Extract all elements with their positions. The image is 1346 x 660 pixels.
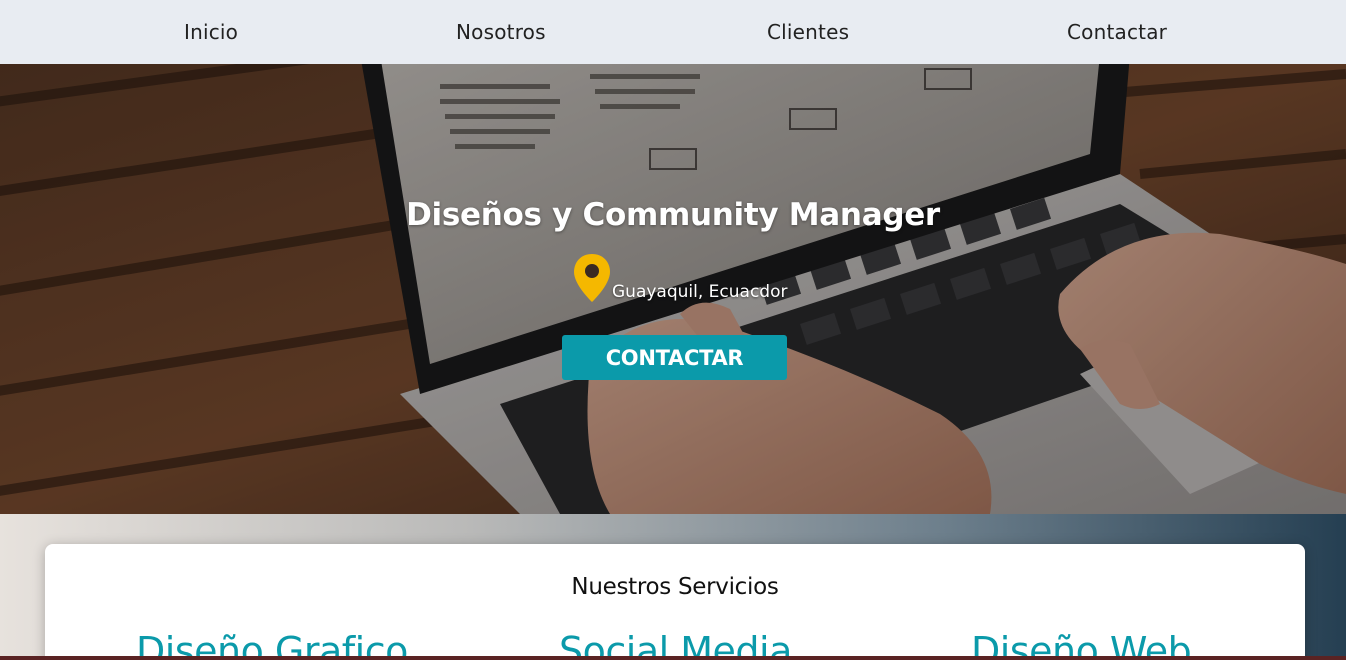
- hero-section: Diseños y Community Manager Guayaquil, E…: [0, 64, 1346, 514]
- map-pin-icon: [574, 254, 610, 302]
- nav-link-nosotros[interactable]: Nosotros: [456, 20, 546, 44]
- services-title: Nuestros Servicios: [571, 574, 779, 600]
- contact-cta-button[interactable]: CONTACTAR: [562, 335, 787, 380]
- nav-link-clientes[interactable]: Clientes: [767, 20, 849, 44]
- hero-title: Diseños y Community Manager: [406, 197, 940, 233]
- bottom-border: [0, 656, 1346, 660]
- nav-link-contactar[interactable]: Contactar: [1067, 20, 1167, 44]
- top-navigation: Inicio Nosotros Clientes Contactar: [0, 0, 1346, 64]
- services-section: Nuestros Servicios Diseño Grafico Social…: [0, 514, 1346, 660]
- hero-location: Guayaquil, Ecuacdor: [572, 252, 787, 304]
- location-text: Guayaquil, Ecuacdor: [612, 282, 788, 302]
- services-card: Nuestros Servicios Diseño Grafico Social…: [45, 544, 1305, 660]
- nav-link-inicio[interactable]: Inicio: [184, 20, 238, 44]
